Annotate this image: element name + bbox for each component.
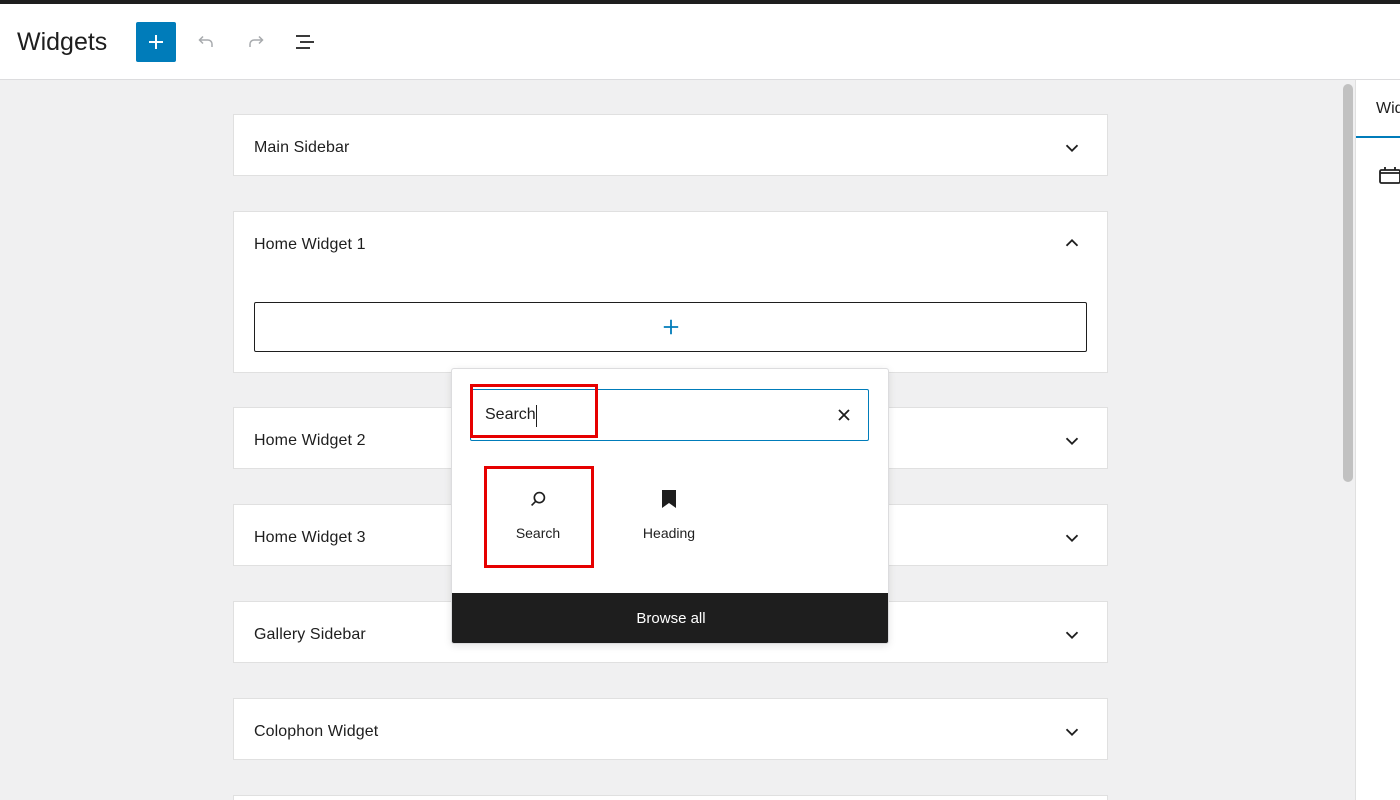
widget-area-partial	[233, 795, 1108, 800]
chevron-down-icon[interactable]	[1061, 430, 1083, 452]
highlight-search-block	[484, 466, 594, 568]
browse-all-button[interactable]: Browse all	[452, 593, 888, 643]
chevron-down-icon[interactable]	[1061, 527, 1083, 549]
tab-label: Widgets	[1376, 100, 1400, 117]
widget-area-title: Colophon Widget	[254, 723, 379, 740]
undo-icon	[198, 35, 213, 47]
widget-area-title: Gallery Sidebar	[254, 626, 366, 643]
scrollbar-thumb[interactable]	[1343, 84, 1353, 482]
widget-area-colophon-widget[interactable]: Colophon Widget	[233, 698, 1108, 760]
plus-icon	[663, 319, 678, 335]
page-title: Widgets	[17, 28, 108, 56]
redo-icon	[249, 35, 264, 47]
bookmark-icon	[657, 487, 681, 511]
plus-icon	[149, 35, 163, 49]
widget-area-icon	[1379, 167, 1400, 184]
settings-sidebar: Widgets	[1355, 80, 1400, 800]
chevron-down-icon[interactable]	[1061, 137, 1083, 159]
tab-widgets[interactable]: Widgets	[1356, 80, 1400, 138]
block-result-label: Heading	[642, 525, 696, 541]
redo-button[interactable]	[238, 24, 274, 60]
chevron-down-icon[interactable]	[1061, 624, 1083, 646]
block-inserter-button[interactable]	[136, 22, 176, 62]
list-view-button[interactable]	[288, 24, 324, 60]
chevron-up-icon[interactable]	[1061, 232, 1083, 254]
editor-header: Widgets	[0, 4, 1400, 80]
undo-button[interactable]	[188, 24, 224, 60]
highlight-search-input	[470, 384, 598, 438]
clear-search-button[interactable]	[832, 403, 856, 427]
widget-area-title: Home Widget 3	[254, 529, 366, 546]
list-view-icon	[296, 35, 314, 49]
widget-area-title: Home Widget 2	[254, 432, 366, 449]
widget-area-main-sidebar[interactable]: Main Sidebar	[233, 114, 1108, 176]
chevron-down-icon[interactable]	[1061, 721, 1083, 743]
widget-area-title: Main Sidebar	[254, 139, 350, 156]
close-icon	[838, 409, 850, 421]
block-appender-button[interactable]	[254, 302, 1087, 352]
widget-area-title: Home Widget 1	[254, 236, 366, 253]
widget-area-home-widget-1[interactable]: Home Widget 1	[233, 211, 1108, 373]
block-result-heading[interactable]: Heading	[615, 469, 723, 565]
